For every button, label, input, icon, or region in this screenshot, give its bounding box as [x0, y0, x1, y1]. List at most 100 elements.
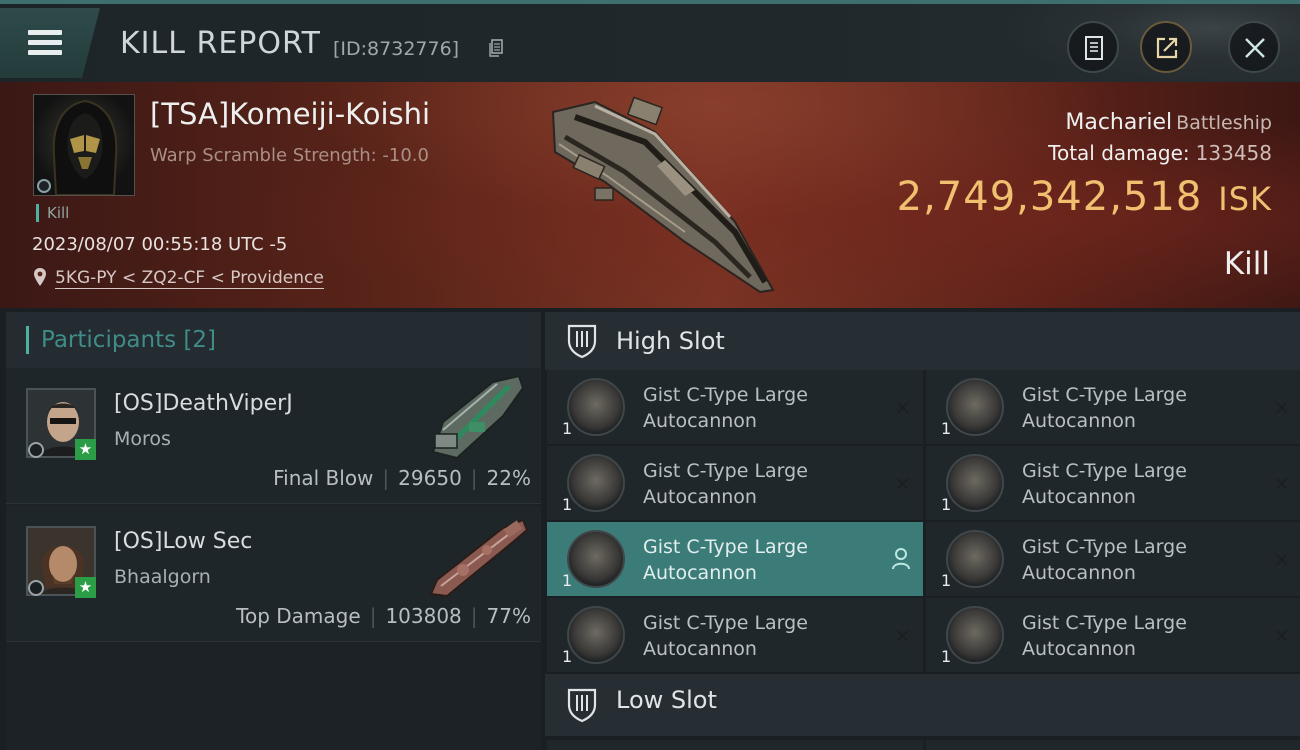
x-icon: ✕	[894, 396, 911, 420]
participant-stats: Top Damage | 103808 | 77%	[236, 604, 531, 628]
autocannon-icon	[946, 378, 1004, 436]
autocannon-icon	[567, 530, 625, 588]
location-link[interactable]: 5KG-PY < ZQ2-CF < Providence	[55, 268, 324, 289]
corp-badge	[37, 179, 51, 193]
participant-ship: Bhaalgorn	[114, 566, 211, 588]
page-title: KILL REPORT	[120, 26, 321, 61]
close-button[interactable]	[1228, 21, 1280, 73]
participants-header: Participants [2]	[6, 312, 541, 368]
person-icon	[892, 548, 910, 570]
autocannon-icon	[567, 606, 625, 664]
module-quantity: 1	[941, 495, 952, 514]
victim-ship-class: Battleship	[1176, 112, 1272, 134]
participants-panel: Participants [2] ★ [OS]DeathViperJ Moros…	[6, 312, 541, 750]
participant-damage: 29650	[398, 466, 462, 490]
participant-row[interactable]: ★ [OS]Low Sec Bhaalgorn Top Damage | 10380…	[6, 506, 541, 642]
module-name: Gist C-Type Large Autocannon	[643, 612, 808, 660]
autocannon-icon	[946, 454, 1004, 512]
menu-icon-line	[28, 50, 62, 55]
share-icon	[1156, 37, 1178, 59]
module-item[interactable]: 1 Gist C-Type Large Autocannon ✕	[926, 370, 1300, 444]
participant-name[interactable]: [OS]Low Sec	[114, 529, 252, 554]
module-name: Gist C-Type Large Autocannon	[1022, 384, 1187, 432]
x-icon: ✕	[1273, 472, 1290, 496]
total-damage-value: 133458	[1195, 141, 1272, 165]
outcome-label: Kill	[1223, 246, 1270, 282]
close-icon	[1245, 38, 1265, 58]
shield-slot-icon	[567, 324, 597, 359]
module-quantity: 1	[562, 571, 573, 590]
x-icon: ✕	[1273, 396, 1290, 420]
low-slot-header: Low Slot	[545, 674, 1300, 736]
low-slot-label: Low Slot	[616, 686, 717, 714]
isk-value: 2,749,342,518	[896, 174, 1203, 220]
module-name: Gist C-Type Large Autocannon	[1022, 460, 1187, 508]
participant-percent: 77%	[486, 604, 531, 628]
location-pin-icon	[34, 268, 46, 286]
module-quantity: 1	[941, 419, 952, 438]
module-name: Gist C-Type Large Autocannon	[643, 384, 808, 432]
participant-ship-image	[431, 374, 525, 460]
module-item[interactable]: 1 Gist C-Type Large Autocannon ✕	[926, 598, 1300, 672]
module-name: Gist C-Type Large Autocannon	[643, 460, 808, 508]
total-damage-line: Total damage: 133458	[1048, 141, 1272, 165]
module-item-partial[interactable]	[547, 740, 923, 750]
x-icon: ✕	[894, 624, 911, 648]
participant-percent: 22%	[486, 466, 531, 490]
participant-ship-image	[429, 518, 529, 598]
module-item[interactable]: 1 Gist C-Type Large Autocannon ✕	[547, 446, 923, 520]
module-quantity: 1	[562, 419, 573, 438]
share-button[interactable]	[1140, 21, 1192, 73]
header-accent-bar	[26, 326, 29, 354]
menu-button[interactable]	[0, 8, 100, 78]
copy-icon[interactable]	[489, 39, 503, 57]
victim-portrait[interactable]	[33, 94, 135, 196]
victim-ship-line: Machariel Battleship	[1065, 110, 1272, 135]
module-item[interactable]: 1 Gist C-Type Large Autocannon ✕	[547, 598, 923, 672]
module-quantity: 1	[562, 647, 573, 666]
autocannon-icon	[567, 454, 625, 512]
high-slot-label: High Slot	[616, 327, 725, 355]
menu-icon-line	[28, 30, 62, 35]
module-item-selected[interactable]: 1 Gist C-Type Large Autocannon	[547, 522, 923, 596]
module-quantity: 1	[941, 571, 952, 590]
total-damage-label: Total damage:	[1048, 141, 1190, 165]
corp-badge	[28, 442, 44, 458]
module-item[interactable]: 1 Gist C-Type Large Autocannon ✕	[926, 522, 1300, 596]
x-icon: ✕	[1273, 624, 1290, 648]
report-id: [ID:8732776]	[333, 38, 460, 60]
kill-tag: Kill	[36, 204, 69, 222]
high-slot-header: High Slot	[545, 312, 1300, 370]
participant-role: Final Blow	[273, 466, 374, 490]
victim-panel: [TSA]Komeiji-Koishi Warp Scramble Streng…	[0, 82, 1300, 308]
autocannon-icon	[946, 530, 1004, 588]
module-item[interactable]: 1 Gist C-Type Large Autocannon ✕	[926, 446, 1300, 520]
clipboard-button[interactable]	[1067, 21, 1119, 73]
module-name: Gist C-Type Large Autocannon	[1022, 612, 1187, 660]
module-quantity: 1	[941, 647, 952, 666]
participant-damage: 103808	[385, 604, 462, 628]
menu-icon-line	[28, 40, 62, 45]
star-icon: ★	[75, 439, 96, 460]
participants-title: Participants [2]	[41, 327, 216, 353]
warp-scramble-strength: Warp Scramble Strength: -10.0	[150, 145, 429, 166]
autocannon-icon	[946, 606, 1004, 664]
participant-ship: Moros	[114, 428, 171, 450]
isk-unit: ISK	[1218, 180, 1272, 218]
star-icon: ★	[75, 577, 96, 598]
isk-value-line: 2,749,342,518 ISK	[897, 174, 1272, 220]
module-item[interactable]: 1 Gist C-Type Large Autocannon ✕	[547, 370, 923, 444]
clipboard-icon	[1085, 36, 1103, 60]
fitting-panel: High Slot 1 Gist C-Type Large Autocannon …	[545, 312, 1300, 750]
participant-row[interactable]: ★ [OS]DeathViperJ Moros Final Blow | 29650…	[6, 368, 541, 504]
ship-image	[551, 96, 775, 294]
victim-name[interactable]: [TSA]Komeiji-Koishi	[150, 97, 430, 131]
module-name: Gist C-Type Large Autocannon	[1022, 536, 1187, 584]
module-quantity: 1	[562, 495, 573, 514]
corp-badge	[28, 580, 44, 596]
module-item-partial[interactable]	[926, 740, 1300, 750]
shield-slot-icon	[567, 688, 597, 723]
victim-ship-name[interactable]: Machariel	[1065, 110, 1172, 135]
autocannon-icon	[567, 378, 625, 436]
participant-name[interactable]: [OS]DeathViperJ	[114, 391, 293, 416]
